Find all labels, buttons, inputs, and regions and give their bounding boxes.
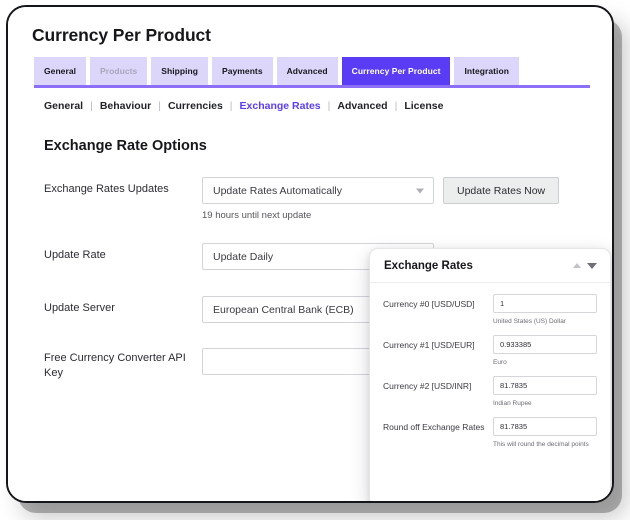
exchange-rate-helper-text: Indian Rupee	[493, 400, 532, 407]
exchange-rates-panel: Exchange Rates Currency #0 [USD/USD] 1 Uni…	[369, 248, 611, 501]
exchange-rate-input[interactable]: 1	[493, 294, 597, 313]
update-server-value: European Central Bank (ECB)	[213, 303, 354, 316]
api-key-label: Free Currency Converter API Key	[44, 352, 186, 379]
subnav-item-exchange-rates[interactable]: Exchange Rates	[240, 100, 321, 112]
exchange-rates-updates-select[interactable]: Update Rates Automatically	[202, 177, 434, 204]
exchange-rate-field-col: 81.7835 Indian Rupee	[493, 376, 597, 408]
app-window-frame: Currency Per Product General Products Ship…	[6, 5, 614, 503]
exchange-rate-helper-text: United States (US) Dollar	[493, 318, 566, 325]
subnav-item-license[interactable]: License	[404, 100, 443, 112]
subnav-separator: |	[327, 100, 331, 112]
exchange-rate-field-col: 1 United States (US) Dollar	[493, 294, 597, 326]
update-server-label: Update Server	[44, 302, 115, 314]
exchange-rate-row: Currency #2 [USD/INR] 81.7835 Indian Rupee	[383, 376, 597, 408]
exchange-rate-field-col: 81.7835 This will round the decimal point…	[493, 417, 597, 449]
subnav-item-advanced[interactable]: Advanced	[337, 100, 387, 112]
exchange-rate-row-label: Currency #2 [USD/INR]	[383, 381, 472, 391]
tab-bar-underline	[34, 85, 590, 88]
exchange-rates-updates-field-col: Update Rates Automatically 19 hours unti…	[202, 177, 574, 221]
chevron-down-icon[interactable]	[587, 262, 597, 269]
exchange-rate-input[interactable]: 81.7835	[493, 376, 597, 395]
subnav-separator: |	[158, 100, 161, 112]
form-row-exchange-rates-updates: Exchange Rates Updates Update Rates Auto…	[44, 177, 574, 221]
subnav-item-currencies[interactable]: Currencies	[168, 100, 223, 112]
tab-advanced[interactable]: Advanced	[276, 57, 338, 85]
exchange-rates-panel-header: Exchange Rates	[370, 249, 610, 283]
exchange-rates-panel-body: Currency #0 [USD/USD] 1 United States (US)…	[370, 283, 610, 449]
exchange-rate-input[interactable]: 81.7835	[493, 417, 597, 436]
exchange-rates-updates-value: Update Rates Automatically	[213, 184, 342, 197]
subnav-item-behaviour[interactable]: Behaviour	[100, 100, 151, 112]
secondary-nav: General | Behaviour | Currencies | Exchange Ra…	[44, 100, 443, 112]
tab-integration[interactable]: Integration	[454, 57, 519, 85]
subnav-separator: |	[229, 100, 233, 112]
subnav-separator: |	[90, 100, 93, 112]
screenshot-stage: Currency Per Product General Products Ship…	[0, 0, 630, 520]
subnav-item-general[interactable]: General	[44, 100, 83, 112]
tab-products[interactable]: Products	[90, 57, 148, 85]
exchange-rate-row: Currency #0 [USD/USD] 1 United States (US)…	[383, 294, 597, 326]
next-update-note: 19 hours until next update	[202, 210, 312, 221]
exchange-rates-panel-title: Exchange Rates	[384, 259, 473, 272]
exchange-rate-helper-text: Euro	[493, 359, 507, 366]
tab-payments[interactable]: Payments	[212, 57, 273, 85]
chevron-up-icon[interactable]	[573, 263, 581, 268]
exchange-rate-row-label: Currency #0 [USD/USD]	[383, 299, 475, 309]
update-rates-now-button[interactable]: Update Rates Now	[443, 177, 560, 204]
exchange-rate-field-col: 0.933385 Euro	[493, 335, 597, 367]
app-window-content: Currency Per Product General Products Ship…	[8, 7, 612, 501]
update-rate-value: Update Daily	[213, 250, 274, 263]
exchange-rate-row: Currency #1 [USD/EUR] 0.933385 Euro	[383, 335, 597, 367]
tab-shipping[interactable]: Shipping	[151, 57, 209, 85]
exchange-rate-row-label: Currency #1 [USD/EUR]	[383, 340, 475, 350]
chevron-down-icon	[416, 188, 424, 193]
exchange-rate-row-label: Round off Exchange Rates	[383, 422, 485, 432]
primary-tab-bar: General Products Shipping Payments Advanced C…	[34, 57, 590, 85]
update-rate-label: Update Rate	[44, 249, 106, 261]
exchange-rate-row: Round off Exchange Rates 81.7835 This will…	[383, 417, 597, 449]
tab-general[interactable]: General	[34, 57, 87, 85]
exchange-rate-input[interactable]: 0.933385	[493, 335, 597, 354]
subnav-separator: |	[394, 100, 398, 112]
exchange-rates-updates-label: Exchange Rates Updates	[44, 183, 169, 195]
tab-currency-per-product[interactable]: Currency Per Product	[341, 57, 451, 85]
exchange-rates-panel-controls	[573, 262, 597, 269]
exchange-rate-helper-text: This will round the decimal points	[493, 441, 589, 448]
page-title: Currency Per Product	[32, 25, 211, 45]
section-heading: Exchange Rate Options	[44, 138, 207, 154]
